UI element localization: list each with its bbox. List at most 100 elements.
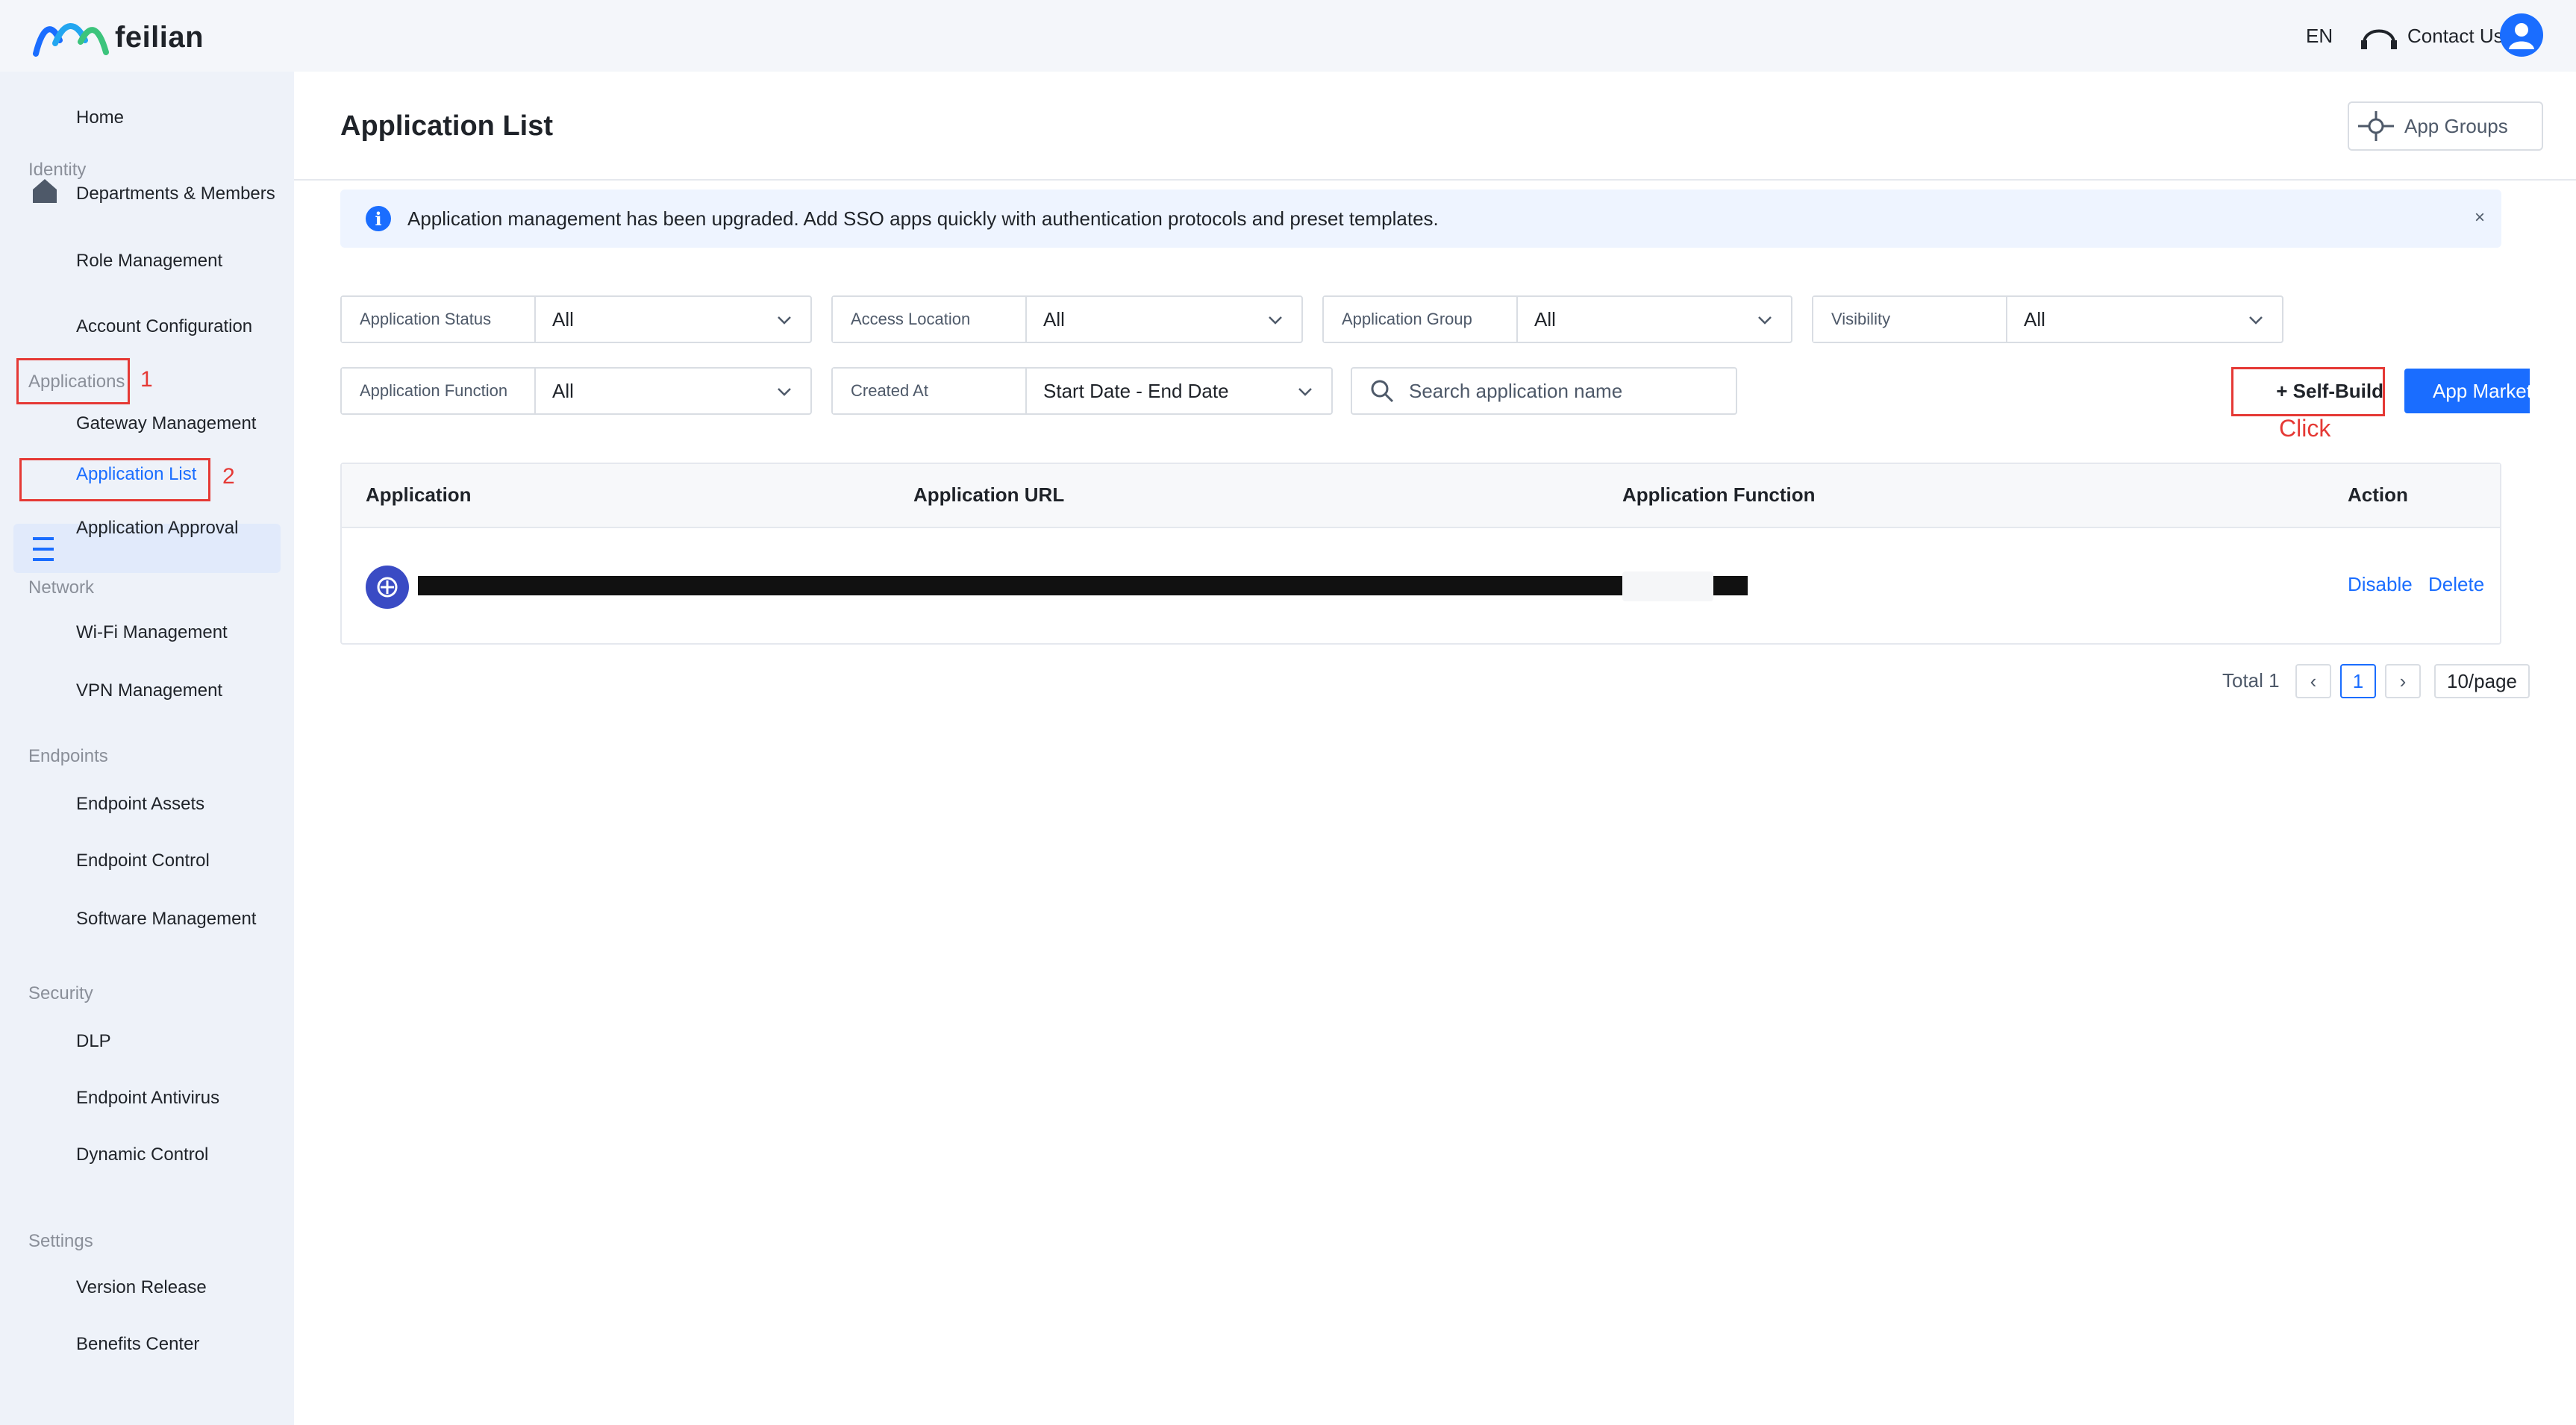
page-size-select[interactable]: 10/page bbox=[2434, 664, 2530, 698]
filter-value[interactable]: All bbox=[1518, 297, 1791, 342]
contact-us-label: Contact Us bbox=[2407, 24, 2504, 47]
sidebar-item-wifi-management[interactable]: Wi-Fi Management bbox=[76, 622, 228, 643]
sidebar-group-security: Security bbox=[28, 983, 93, 1003]
sidebar-item-benefits-center[interactable]: Benefits Center bbox=[76, 1334, 199, 1355]
sidebar-item-version-release[interactable]: Version Release bbox=[76, 1277, 207, 1298]
banner-message: Application management has been upgraded… bbox=[407, 207, 1439, 230]
feilian-logo-icon bbox=[33, 23, 109, 57]
list-icon bbox=[33, 537, 54, 561]
sidebar-item-home[interactable]: Home bbox=[76, 107, 124, 128]
search-icon bbox=[1371, 380, 1394, 403]
filter-value-text: All bbox=[1534, 307, 1556, 331]
search-box[interactable] bbox=[1351, 367, 1737, 415]
top-bar: feilian EN Contact Us bbox=[0, 0, 2576, 72]
annotation-box-self-build bbox=[2231, 367, 2385, 416]
filter-access-location[interactable]: Access Location All bbox=[831, 295, 1303, 343]
chevron-down-icon bbox=[2249, 316, 2263, 325]
date-range-text: Start Date - End Date bbox=[1043, 379, 1229, 402]
chevron-down-icon bbox=[778, 388, 791, 396]
date-range-picker[interactable]: Start Date - End Date bbox=[1027, 369, 1331, 413]
filter-label: Visibility bbox=[1813, 297, 2007, 342]
next-page-button[interactable]: › bbox=[2385, 664, 2421, 698]
user-icon bbox=[2509, 23, 2534, 49]
app-icon bbox=[366, 566, 409, 609]
app-groups-icon bbox=[2358, 111, 2394, 141]
column-header-action: Action bbox=[2348, 483, 2408, 506]
filter-created-at[interactable]: Created At Start Date - End Date bbox=[831, 367, 1333, 415]
info-icon: i bbox=[366, 206, 391, 231]
annotation-box-application-list bbox=[19, 458, 210, 501]
filter-value-text: All bbox=[1043, 307, 1065, 331]
brand-name: feilian bbox=[115, 20, 204, 54]
sidebar-item-dlp[interactable]: DLP bbox=[76, 1031, 111, 1052]
sidebar-item-application-approval[interactable]: Application Approval bbox=[76, 518, 238, 539]
page-title: Application List bbox=[340, 110, 553, 142]
disable-link[interactable]: Disable bbox=[2348, 573, 2413, 596]
chevron-down-icon bbox=[1269, 316, 1282, 325]
table-header: Application Application URL Application … bbox=[342, 464, 2500, 528]
chevron-down-icon bbox=[778, 316, 791, 325]
sidebar-item-endpoint-assets[interactable]: Endpoint Assets bbox=[76, 794, 204, 815]
filter-value[interactable]: All bbox=[536, 297, 810, 342]
filter-application-status[interactable]: Application Status All bbox=[340, 295, 812, 343]
language-switch[interactable]: EN bbox=[2306, 0, 2333, 72]
filter-application-function[interactable]: Application Function All bbox=[340, 367, 812, 415]
filter-visibility[interactable]: Visibility All bbox=[1812, 295, 2283, 343]
application-table: Application Application URL Application … bbox=[340, 463, 2501, 645]
delete-link[interactable]: Delete bbox=[2428, 573, 2484, 596]
filter-label: Application Function bbox=[342, 369, 536, 413]
sidebar-group-settings: Settings bbox=[28, 1231, 93, 1251]
sidebar-item-vpn-management[interactable]: VPN Management bbox=[76, 680, 222, 701]
column-header-function: Application Function bbox=[1622, 483, 1816, 506]
sidebar-item-departments[interactable]: Departments & Members bbox=[76, 184, 275, 204]
home-icon bbox=[33, 179, 57, 203]
function-tag bbox=[1622, 571, 1713, 601]
pagination-total: Total 1 bbox=[2222, 668, 2280, 692]
filter-label: Access Location bbox=[833, 297, 1027, 342]
sidebar-item-account-configuration[interactable]: Account Configuration bbox=[76, 316, 252, 337]
app-groups-button[interactable]: App Groups bbox=[2348, 101, 2543, 151]
annotation-box-applications bbox=[16, 358, 130, 404]
sidebar-group-network: Network bbox=[28, 577, 95, 598]
header-divider bbox=[294, 179, 2576, 181]
sidebar-group-identity: Identity bbox=[28, 160, 87, 180]
filter-application-group[interactable]: Application Group All bbox=[1322, 295, 1792, 343]
app-groups-label: App Groups bbox=[2404, 114, 2508, 137]
filter-value-text: All bbox=[552, 379, 574, 402]
banner-close-button[interactable]: × bbox=[2475, 207, 2485, 228]
filter-value[interactable]: All bbox=[536, 369, 810, 413]
filter-value[interactable]: All bbox=[1027, 297, 1301, 342]
chevron-down-icon bbox=[1298, 388, 1312, 396]
column-header-url: Application URL bbox=[913, 483, 1065, 506]
annotation-step-1: 1 bbox=[140, 367, 153, 392]
sidebar: Home Identity Departments & Members Role… bbox=[0, 72, 294, 1425]
app-market-button[interactable]: App Market bbox=[2404, 369, 2530, 413]
brand-logo[interactable]: feilian bbox=[33, 16, 204, 58]
annotation-click-label: Click bbox=[2279, 415, 2331, 442]
redacted-application-info bbox=[418, 576, 1622, 595]
sidebar-item-software-management[interactable]: Software Management bbox=[76, 909, 256, 930]
globe-plus-icon bbox=[377, 577, 398, 598]
filter-label: Created At bbox=[833, 369, 1027, 413]
info-banner: i Application management has been upgrad… bbox=[340, 190, 2501, 248]
user-avatar[interactable] bbox=[2500, 13, 2543, 57]
headset-icon bbox=[2361, 29, 2397, 49]
sidebar-item-endpoint-antivirus[interactable]: Endpoint Antivirus bbox=[76, 1088, 219, 1109]
sidebar-group-endpoints: Endpoints bbox=[28, 746, 108, 766]
chevron-down-icon bbox=[1758, 316, 1772, 325]
search-input[interactable] bbox=[1407, 378, 1709, 404]
sidebar-item-role-management[interactable]: Role Management bbox=[76, 251, 222, 272]
contact-us-link[interactable]: Contact Us bbox=[2358, 0, 2504, 72]
sidebar-item-endpoint-control[interactable]: Endpoint Control bbox=[76, 851, 210, 871]
redacted-function-info bbox=[1713, 576, 1748, 595]
filter-value[interactable]: All bbox=[2007, 297, 2282, 342]
filter-value-text: All bbox=[2024, 307, 2045, 331]
filter-label: Application Status bbox=[342, 297, 536, 342]
sidebar-item-dynamic-control[interactable]: Dynamic Control bbox=[76, 1144, 208, 1165]
filter-value-text: All bbox=[552, 307, 574, 331]
sidebar-item-gateway-management[interactable]: Gateway Management bbox=[76, 413, 256, 434]
annotation-step-2: 2 bbox=[222, 464, 235, 489]
page-1-button[interactable]: 1 bbox=[2340, 664, 2376, 698]
filter-label: Application Group bbox=[1324, 297, 1518, 342]
prev-page-button[interactable]: ‹ bbox=[2295, 664, 2331, 698]
